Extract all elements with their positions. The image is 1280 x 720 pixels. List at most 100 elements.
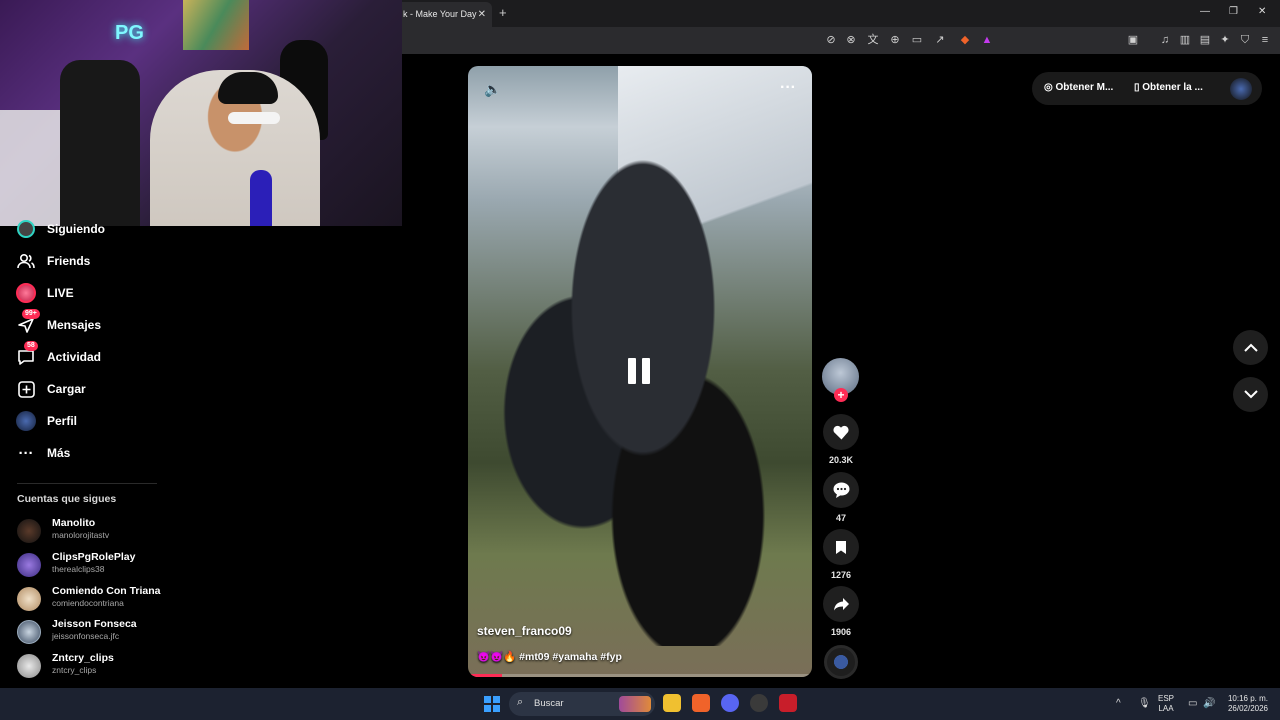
bookmark-icon [836,540,846,554]
tab-title: k - Make Your Day [403,9,477,19]
get-app-bar: ◎ Obtener M... ▯ Obtener la ... [1032,72,1262,105]
sidebar-item-cargar[interactable]: Cargar [16,378,166,400]
file-explorer-icon[interactable] [663,694,681,712]
more-icon: ··· [18,444,34,462]
poster [183,0,249,50]
zoom-icon[interactable]: ⊕ [888,33,902,47]
microphone [250,170,272,226]
sidebar-toggle-icon[interactable]: ▣ [1126,33,1140,47]
save-button[interactable] [823,529,859,565]
cast-icon[interactable]: ▭ [910,33,924,47]
following-name: ClipsPgRolePlay [52,551,136,563]
volume-icon[interactable]: 🔈 [484,81,501,98]
sidebar-item-label: Actividad [47,350,102,364]
following-name: Manolito [52,517,96,529]
video-player[interactable]: 🔈 ··· steven_franco09 😈😈🔥 #mt09 #yamaha … [468,66,812,677]
get-app-link[interactable]: ◎ Obtener M... [1044,82,1113,93]
music-disc-icon[interactable] [824,645,858,679]
share-arrow-icon [833,598,849,611]
translate-icon[interactable]: 文 [866,33,880,47]
video-progress-bar[interactable] [468,674,812,677]
save-count: 1276 [830,570,852,580]
brave-browser-icon[interactable] [692,694,710,712]
pause-icon[interactable] [628,358,652,384]
leo-ai-icon[interactable]: ✦ [1218,33,1232,47]
sidebar-item-live[interactable]: LIVE [16,282,166,304]
network-icon[interactable]: ▭ [1188,698,1197,709]
reader-mode-icon[interactable]: ⊘ [824,33,838,47]
share-button[interactable] [823,586,859,622]
language-code: ESP [1158,694,1175,703]
following-name: Jeisson Fonseca [52,618,137,630]
avatar [17,553,41,577]
language-indicator[interactable]: ESP LAA [1158,694,1174,714]
comment-icon [833,482,849,498]
close-tab-icon[interactable]: ✕ [478,2,486,27]
steam-icon[interactable] [750,694,768,712]
friends-icon [16,251,36,271]
volume-tray-icon[interactable]: 🔊 [1203,698,1215,709]
comment-button[interactable] [823,472,859,508]
sidebar-item-siguiendo[interactable]: Siguiendo [16,218,166,240]
video-author[interactable]: steven_franco09 [477,624,572,638]
brave-rewards-icon[interactable]: ▲ [980,33,994,47]
share-icon[interactable]: ↗ [933,33,947,47]
get-mobile-app-link[interactable]: ▯ Obtener la ... [1134,82,1203,93]
sidebar-item-label: Friends [47,254,91,268]
restore-button[interactable]: ❐ [1229,6,1238,17]
following-item[interactable]: Manolito manolorojitastv [17,517,177,547]
streaming-app-icon[interactable] [779,694,797,712]
panel-icon[interactable]: ▥ [1178,33,1192,47]
shelf [0,110,60,226]
following-item[interactable]: Jeisson Fonseca jeissonfonseca.jfc [17,618,177,648]
comment-count: 47 [835,513,846,523]
sidebar-item-mas[interactable]: ··· Más [16,442,166,464]
sidebar-item-label: Perfil [47,414,78,428]
windows-start-icon[interactable] [484,696,500,712]
previous-video-button[interactable] [1233,330,1268,365]
chevron-down-icon [1243,390,1258,399]
sidebar-item-perfil[interactable]: Perfil [16,410,166,432]
wallet-icon[interactable]: ▤ [1198,33,1212,47]
menu-icon[interactable]: ≡ [1258,33,1272,47]
next-video-button[interactable] [1233,377,1268,412]
tray-expand-icon[interactable]: ^ [1116,698,1121,709]
video-options-icon[interactable]: ··· [780,79,796,97]
profile-icon [16,411,36,431]
discord-icon[interactable] [721,694,739,712]
like-count: 20.3K [828,455,854,465]
like-button[interactable] [823,414,859,450]
block-icon[interactable]: ⊗ [844,33,858,47]
video-caption[interactable]: 😈😈🔥 #mt09 #yamaha #fyp [477,650,622,663]
following-item[interactable]: Comiendo Con Triana comiendocontriana [17,585,177,615]
new-tab-button[interactable]: + [499,5,507,20]
following-handle: comiendocontriana [52,598,124,608]
sidebar-item-actividad[interactable]: 58 Actividad [16,341,166,368]
following-avatar-icon [16,219,36,239]
microphone-icon[interactable]: 🎙 [1138,698,1151,709]
search-icon: ⌕ [517,696,524,708]
brave-shield-icon[interactable]: ◆ [958,33,972,47]
close-window-button[interactable]: ✕ [1258,6,1266,17]
taskbar-search[interactable]: ⌕ Buscar [509,692,655,716]
clock[interactable]: 10:16 p. m. 26/02/2026 [1222,694,1274,714]
user-avatar[interactable] [1230,78,1252,100]
upload-icon [16,379,36,399]
tab-active[interactable]: k - Make Your Day ✕ [395,2,492,27]
taskbar: ⌕ Buscar ^ ESP LAA 🎙 ▭ 🔊 10:16 p. m. 26/… [0,688,1280,720]
following-item[interactable]: Zntcry_clips zntcry_clips [17,652,177,682]
follow-plus-icon[interactable]: + [834,388,848,402]
chevron-up-icon [1243,343,1258,352]
clock-time: 10:16 p. m. [1227,694,1269,703]
neon-sign: PG [115,22,144,44]
following-handle: manolorojitastv [52,530,110,540]
minimize-button[interactable]: — [1200,6,1210,17]
sidebar-item-friends[interactable]: Friends [16,250,166,272]
gaming-chair [60,60,140,226]
sidebar-item-mensajes[interactable]: 99+ Mensajes [16,309,166,336]
music-icon[interactable]: ♫ [1158,33,1172,47]
following-item[interactable]: ClipsPgRolePlay therealclips38 [17,551,177,581]
get-app-label: Obtener M... [1055,82,1114,93]
vpn-icon[interactable]: ⛉ [1238,33,1252,47]
avatar [17,620,41,644]
